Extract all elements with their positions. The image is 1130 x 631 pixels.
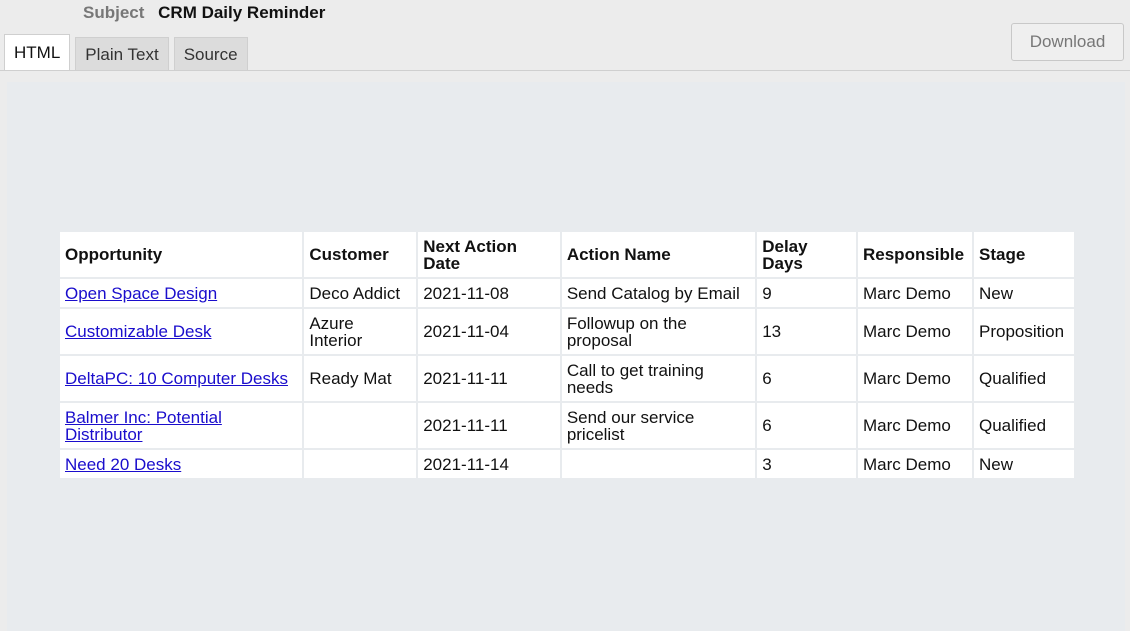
reminder-table: Opportunity Customer Next Action Date Ac… bbox=[57, 230, 1077, 480]
cell-action-name: Call to get training needs bbox=[559, 354, 758, 403]
opportunity-link[interactable]: Need 20 Desks bbox=[65, 455, 181, 474]
message-header: Subject CRM Daily Reminder HTML Plain Te… bbox=[0, 0, 1130, 71]
cell-stage: New bbox=[971, 277, 1077, 309]
cell-customer: Azure Interior bbox=[302, 307, 419, 356]
cell-opportunity: Need 20 Desks bbox=[57, 448, 305, 480]
cell-stage: New bbox=[971, 448, 1077, 480]
cell-opportunity: Customizable Desk bbox=[57, 307, 305, 356]
cell-delay-days: 6 bbox=[755, 354, 858, 403]
cell-responsible: Marc Demo bbox=[856, 354, 974, 403]
col-next-action-date: Next Action Date bbox=[416, 230, 562, 279]
cell-stage: Qualified bbox=[971, 354, 1077, 403]
cell-delay-days: 9 bbox=[755, 277, 858, 309]
cell-responsible: Marc Demo bbox=[856, 277, 974, 309]
download-button[interactable]: Download bbox=[1011, 23, 1124, 61]
view-tabs: HTML Plain Text Source bbox=[4, 34, 253, 71]
col-action-name: Action Name bbox=[559, 230, 758, 279]
cell-next-action-date: 2021-11-11 bbox=[416, 401, 562, 450]
cell-customer bbox=[302, 448, 419, 480]
cell-next-action-date: 2021-11-14 bbox=[416, 448, 562, 480]
cell-responsible: Marc Demo bbox=[856, 307, 974, 356]
table-header-row: Opportunity Customer Next Action Date Ac… bbox=[57, 230, 1077, 279]
html-preview-pane: Opportunity Customer Next Action Date Ac… bbox=[7, 82, 1125, 631]
table-row: Open Space Design Deco Addict 2021-11-08… bbox=[57, 277, 1077, 309]
cell-delay-days: 6 bbox=[755, 401, 858, 450]
table-row: DeltaPC: 10 Computer Desks Ready Mat 202… bbox=[57, 354, 1077, 403]
opportunity-link[interactable]: Customizable Desk bbox=[65, 322, 211, 341]
cell-customer: Deco Addict bbox=[302, 277, 419, 309]
subject-value: CRM Daily Reminder bbox=[158, 3, 326, 22]
cell-delay-days: 13 bbox=[755, 307, 858, 356]
cell-next-action-date: 2021-11-04 bbox=[416, 307, 562, 356]
cell-opportunity: Open Space Design bbox=[57, 277, 305, 309]
cell-next-action-date: 2021-11-11 bbox=[416, 354, 562, 403]
table-row: Balmer Inc: Potential Distributor 2021-1… bbox=[57, 401, 1077, 450]
col-customer: Customer bbox=[302, 230, 419, 279]
subject-label: Subject bbox=[83, 3, 145, 22]
cell-responsible: Marc Demo bbox=[856, 448, 974, 480]
col-delay-days: Delay Days bbox=[755, 230, 858, 279]
opportunity-link[interactable]: Balmer Inc: Potential Distributor bbox=[65, 408, 222, 444]
subject-row: Subject CRM Daily Reminder bbox=[83, 3, 325, 23]
cell-action-name bbox=[559, 448, 758, 480]
cell-action-name: Send our service pricelist bbox=[559, 401, 758, 450]
cell-action-name: Followup on the proposal bbox=[559, 307, 758, 356]
cell-opportunity: DeltaPC: 10 Computer Desks bbox=[57, 354, 305, 403]
col-responsible: Responsible bbox=[856, 230, 974, 279]
table-row: Customizable Desk Azure Interior 2021-11… bbox=[57, 307, 1077, 356]
cell-stage: Proposition bbox=[971, 307, 1077, 356]
tab-source[interactable]: Source bbox=[173, 37, 248, 71]
col-stage: Stage bbox=[971, 230, 1077, 279]
col-opportunity: Opportunity bbox=[57, 230, 305, 279]
cell-opportunity: Balmer Inc: Potential Distributor bbox=[57, 401, 305, 450]
cell-responsible: Marc Demo bbox=[856, 401, 974, 450]
tab-divider bbox=[0, 70, 1130, 71]
cell-customer: Ready Mat bbox=[302, 354, 419, 403]
cell-next-action-date: 2021-11-08 bbox=[416, 277, 562, 309]
opportunity-link[interactable]: Open Space Design bbox=[65, 284, 217, 303]
table-row: Need 20 Desks 2021-11-14 3 Marc Demo New bbox=[57, 448, 1077, 480]
cell-delay-days: 3 bbox=[755, 448, 858, 480]
cell-action-name: Send Catalog by Email bbox=[559, 277, 758, 309]
cell-stage: Qualified bbox=[971, 401, 1077, 450]
cell-customer bbox=[302, 401, 419, 450]
tab-plain-text[interactable]: Plain Text bbox=[75, 37, 169, 71]
opportunity-link[interactable]: DeltaPC: 10 Computer Desks bbox=[65, 369, 288, 388]
tab-html[interactable]: HTML bbox=[4, 34, 71, 71]
